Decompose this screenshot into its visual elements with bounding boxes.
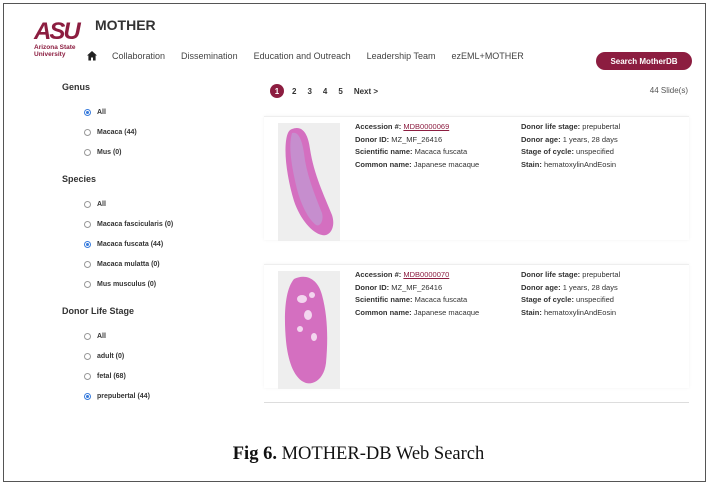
- main-nav: Collaboration Dissemination Education an…: [86, 50, 540, 62]
- radio-icon[interactable]: [84, 148, 91, 156]
- slide-thumbnail[interactable]: [278, 123, 340, 241]
- logo-subtitle-1: Arizona State: [34, 44, 76, 51]
- result-details-left: Accession #: MDB0000069 Donor ID: MZ_MF_…: [355, 122, 480, 169]
- slide-thumbnail[interactable]: [278, 271, 340, 389]
- result-card-partial: [264, 402, 689, 422]
- asu-logo[interactable]: ASU Arizona State University: [34, 20, 82, 62]
- filter-donor-life-stage: Donor Life Stage All adult (0) fetal (68…: [62, 306, 252, 406]
- figure-caption: Fig 6. MOTHER-DB Web Search: [232, 444, 485, 464]
- filter-title: Species: [62, 174, 97, 184]
- nav-collaboration[interactable]: Collaboration: [112, 51, 165, 61]
- page-4[interactable]: 4: [323, 87, 327, 96]
- radio-option[interactable]: All: [84, 102, 252, 122]
- radio-icon[interactable]: [84, 200, 91, 208]
- screenshot: ASU Arizona State University MOTHER Coll…: [26, 12, 698, 422]
- pagination: 1 2 3 4 5 Next >: [270, 84, 389, 98]
- result-card[interactable]: Accession #: MDB0000070 Donor ID: MZ_MF_…: [264, 264, 689, 389]
- radio-icon[interactable]: [84, 372, 91, 380]
- radio-icon[interactable]: [84, 260, 91, 268]
- radio-option[interactable]: adult (0): [84, 346, 252, 366]
- radio-option[interactable]: Macaca mulatta (0): [84, 254, 252, 274]
- radio-icon[interactable]: [84, 280, 91, 288]
- result-details-left: Accession #: MDB0000070 Donor ID: MZ_MF_…: [355, 270, 480, 317]
- search-motherdb-button[interactable]: Search MotherDB: [596, 52, 692, 70]
- figure-frame: ASU Arizona State University MOTHER Coll…: [3, 3, 706, 482]
- radio-selected-icon[interactable]: [84, 240, 91, 248]
- page-1[interactable]: 1: [270, 84, 284, 98]
- radio-option[interactable]: All: [84, 194, 252, 214]
- filter-genus: Genus All Macaca (44) Mus (0): [62, 82, 252, 162]
- result-card[interactable]: Accession #: MDB0000069 Donor ID: MZ_MF_…: [264, 116, 689, 241]
- radio-icon[interactable]: [84, 128, 91, 136]
- radio-selected-icon[interactable]: [84, 392, 91, 400]
- home-icon[interactable]: [86, 50, 98, 62]
- radio-option[interactable]: Mus (0): [84, 142, 252, 162]
- accession-link[interactable]: MDB0000070: [403, 270, 449, 279]
- accession-link[interactable]: MDB0000069: [403, 122, 449, 131]
- radio-option[interactable]: prepubertal (44): [84, 386, 252, 406]
- radio-option[interactable]: Macaca fuscata (44): [84, 234, 252, 254]
- filter-species: Species All Macaca fascicularis (0) Maca…: [62, 174, 252, 294]
- radio-option[interactable]: Macaca fascicularis (0): [84, 214, 252, 234]
- filter-sidebar: Genus All Macaca (44) Mus (0) Species Al…: [62, 82, 252, 418]
- page-3[interactable]: 3: [307, 87, 311, 96]
- logo-mark: ASU: [34, 18, 81, 45]
- page-5[interactable]: 5: [338, 87, 342, 96]
- app-title[interactable]: MOTHER: [95, 17, 156, 33]
- slide-count: 44 Slide(s): [649, 86, 688, 95]
- radio-icon[interactable]: [84, 352, 91, 360]
- nav-education-outreach[interactable]: Education and Outreach: [254, 51, 351, 61]
- radio-option[interactable]: Macaca (44): [84, 122, 252, 142]
- radio-option[interactable]: fetal (68): [84, 366, 252, 386]
- page-2[interactable]: 2: [292, 87, 296, 96]
- result-details-right: Donor life stage: prepubertal Donor age:…: [521, 270, 621, 317]
- nav-dissemination[interactable]: Dissemination: [181, 51, 238, 61]
- logo-subtitle-2: University: [34, 51, 66, 58]
- nav-leadership-team[interactable]: Leadership Team: [367, 51, 436, 61]
- radio-icon[interactable]: [84, 220, 91, 228]
- radio-option[interactable]: All: [84, 326, 252, 346]
- site-header: ASU Arizona State University MOTHER Coll…: [26, 12, 698, 76]
- result-details-right: Donor life stage: prepubertal Donor age:…: [521, 122, 621, 169]
- radio-option[interactable]: Mus musculus (0): [84, 274, 252, 294]
- next-page-link[interactable]: Next >: [354, 87, 378, 96]
- filter-title: Genus: [62, 82, 91, 92]
- filter-title: Donor Life Stage: [62, 306, 135, 316]
- nav-ezeml-mother[interactable]: ezEML+MOTHER: [452, 51, 524, 61]
- radio-icon[interactable]: [84, 332, 91, 340]
- radio-selected-icon[interactable]: [84, 108, 91, 116]
